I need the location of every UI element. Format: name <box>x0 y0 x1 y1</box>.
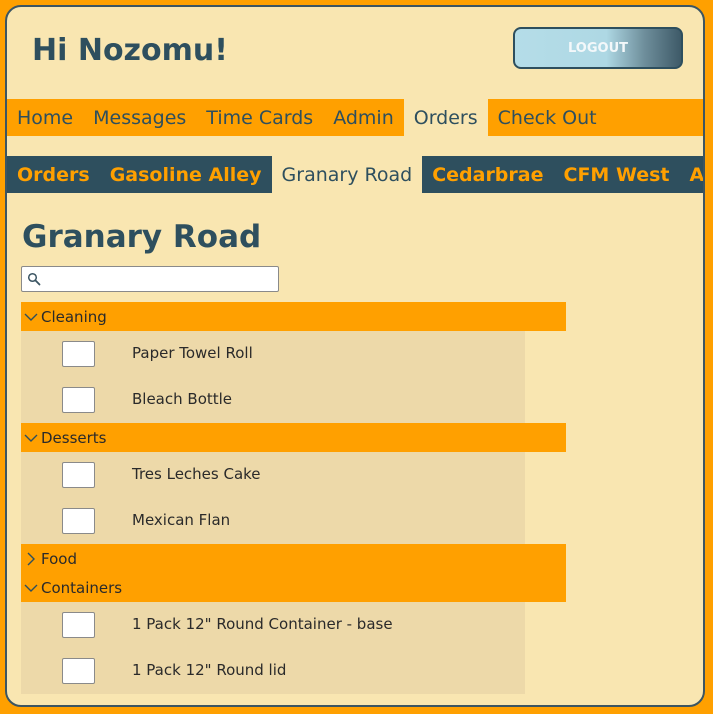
subnav-item-gasoline-alley[interactable]: Gasoline Alley <box>100 156 272 193</box>
nav-item-messages[interactable]: Messages <box>83 99 196 136</box>
search-field[interactable] <box>21 266 279 292</box>
item-name: Mexican Flan <box>132 511 231 529</box>
item-name: 1 Pack 12" Round lid <box>132 661 287 679</box>
main-nav: Home Messages Time Cards Admin Orders Check O… <box>7 99 703 136</box>
list-item: Mexican Flan <box>21 498 525 544</box>
item-name: Paper Towel Roll <box>132 344 253 362</box>
quantity-input[interactable] <box>62 462 95 488</box>
item-name: 1 Pack 12" Round Container - base <box>132 615 393 633</box>
search-input[interactable] <box>44 269 274 289</box>
list-item: 1 Pack 12" Round Container - base <box>21 602 525 648</box>
list-item: 1 Pack 12" Round lid <box>21 648 525 694</box>
nav-item-orders[interactable]: Orders <box>403 99 488 136</box>
logout-button[interactable]: LOGOUT <box>513 27 683 69</box>
category-header-desserts[interactable]: Desserts <box>21 423 566 452</box>
page-title: Granary Road <box>22 219 262 255</box>
category-header-food[interactable]: Food <box>21 544 566 573</box>
nav-item-check-out[interactable]: Check Out <box>488 99 607 136</box>
list-item: Bleach Bottle <box>21 377 525 423</box>
category-items: Tres Leches Cake Mexican Flan <box>21 452 525 544</box>
category-items: 1 Pack 12" Round Container - base 1 Pack … <box>21 602 525 694</box>
chevron-right-icon <box>21 552 41 566</box>
chevron-down-icon <box>21 583 41 593</box>
quantity-input[interactable] <box>62 658 95 684</box>
subnav-item-orders[interactable]: Orders <box>7 156 100 193</box>
category-items: Paper Towel Roll Bleach Bottle <box>21 331 525 423</box>
nav-item-home[interactable]: Home <box>7 99 83 136</box>
order-category-list: Cleaning Paper Towel Roll Bleach Bottle Des… <box>21 302 566 694</box>
category-header-containers[interactable]: Containers <box>21 573 566 602</box>
nav-item-time-cards[interactable]: Time Cards <box>196 99 323 136</box>
subnav-item-avenida[interactable]: Avenida <box>680 156 703 193</box>
app-frame: Hi Nozomu! LOGOUT Home Messages Time Cards… <box>5 5 705 707</box>
list-item: Tres Leches Cake <box>21 452 525 498</box>
item-name: Bleach Bottle <box>132 390 233 408</box>
list-item: Paper Towel Roll <box>21 331 525 377</box>
category-label: Containers <box>41 578 123 597</box>
subnav-item-granary-road[interactable]: Granary Road <box>271 156 423 193</box>
quantity-input[interactable] <box>62 508 95 534</box>
subnav-item-cfm-west[interactable]: CFM West <box>554 156 680 193</box>
quantity-input[interactable] <box>62 341 95 367</box>
quantity-input[interactable] <box>62 387 95 413</box>
quantity-input[interactable] <box>62 612 95 638</box>
subnav-item-cedarbrae[interactable]: Cedarbrae <box>422 156 553 193</box>
chevron-down-icon <box>21 433 41 443</box>
category-label: Desserts <box>41 428 107 447</box>
category-label: Cleaning <box>41 307 107 326</box>
nav-item-admin[interactable]: Admin <box>323 99 404 136</box>
category-header-cleaning[interactable]: Cleaning <box>21 302 566 331</box>
search-icon <box>27 272 41 286</box>
chevron-down-icon <box>21 312 41 322</box>
location-subnav: Orders Gasoline Alley Granary Road Cedarbra… <box>7 156 703 193</box>
item-name: Tres Leches Cake <box>132 465 261 483</box>
category-label: Food <box>41 549 77 568</box>
greeting-heading: Hi Nozomu! <box>32 33 228 68</box>
